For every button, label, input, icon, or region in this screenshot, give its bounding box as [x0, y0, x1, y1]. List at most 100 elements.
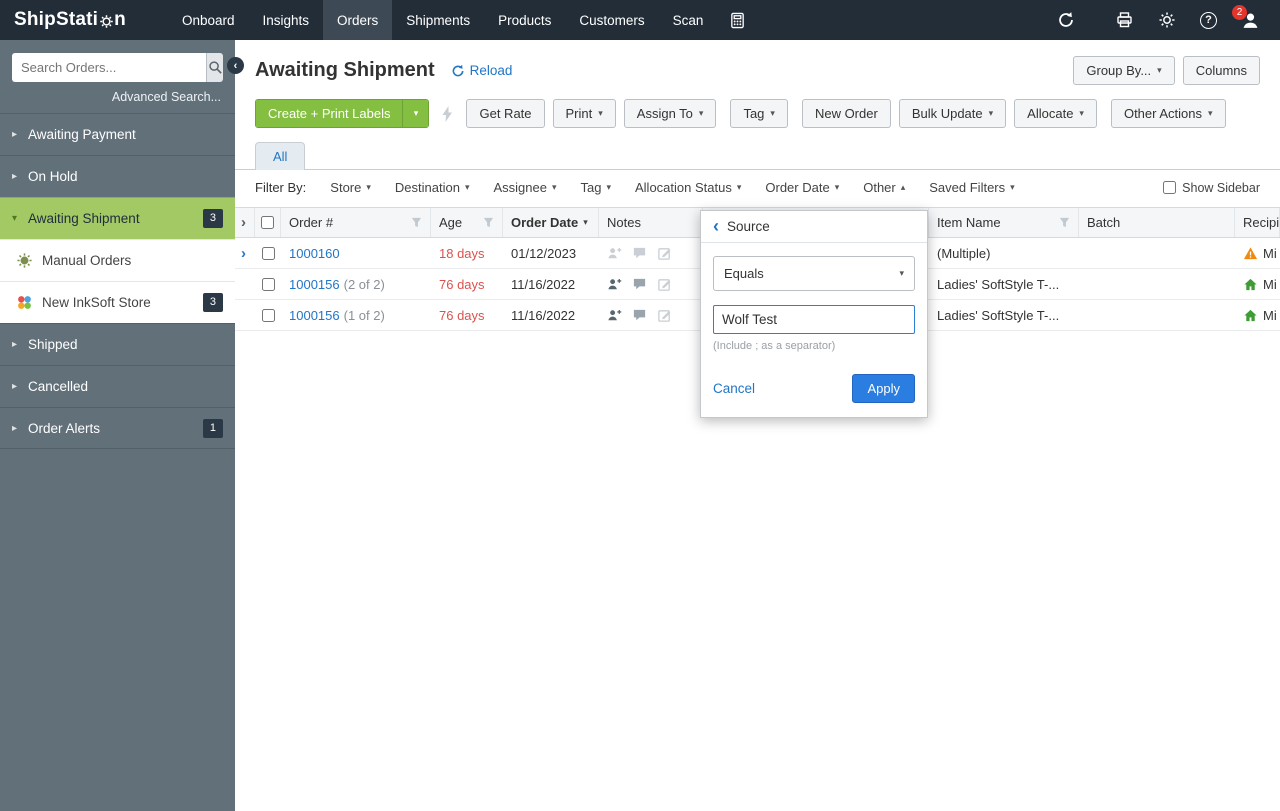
sidebar-item-manual-orders[interactable]: Manual Orders — [0, 239, 235, 281]
sidebar-item-order-alerts[interactable]: ▸ Order Alerts 1 — [0, 407, 235, 449]
cancel-link[interactable]: Cancel — [713, 381, 755, 396]
nav-insights[interactable]: Insights — [249, 0, 324, 40]
customer-note-icon[interactable] — [607, 277, 622, 292]
source-value-input[interactable] — [713, 305, 915, 334]
recipient: Mi — [1235, 300, 1280, 330]
nav-onboard[interactable]: Onboard — [168, 0, 249, 40]
column-header-order-date[interactable]: Order Date ▾ — [503, 208, 599, 237]
order-age: 18 days — [431, 238, 503, 268]
sidebar-collapse-handle[interactable]: ‹ — [227, 57, 244, 74]
order-number-link[interactable]: 1000156 — [289, 277, 340, 292]
apply-button[interactable]: Apply — [852, 374, 915, 403]
assign-to-button[interactable]: Assign To▾ — [624, 99, 717, 128]
filter-funnel-icon[interactable] — [1059, 217, 1070, 228]
notification-badge[interactable]: 2 — [1232, 5, 1247, 20]
filter-saved-filters[interactable]: Saved Filters▾ — [929, 180, 1014, 195]
row-expander-icon[interactable]: › — [241, 246, 246, 261]
get-rate-button[interactable]: Get Rate — [466, 99, 544, 128]
order-number-link[interactable]: 1000156 — [289, 308, 340, 323]
column-header-order[interactable]: Order # — [281, 208, 431, 237]
edit-note-icon[interactable] — [657, 246, 672, 261]
advanced-search-link[interactable]: Advanced Search... — [0, 88, 235, 113]
nav-products[interactable]: Products — [484, 0, 565, 40]
shipstation-logo[interactable]: ShipStati n — [0, 9, 140, 31]
reload-link[interactable]: Reload — [451, 63, 513, 78]
select-all-checkbox[interactable] — [261, 216, 274, 229]
tag-button[interactable]: Tag▾ — [730, 99, 788, 128]
sidebar-item-label: Shipped — [28, 337, 78, 352]
customer-note-icon[interactable] — [607, 246, 622, 261]
rate-calculator-icon[interactable] — [717, 0, 758, 40]
chevron-down-icon: ▾ — [899, 268, 904, 279]
nav-customers[interactable]: Customers — [565, 0, 658, 40]
order-number-link[interactable]: 1000160 — [289, 246, 340, 261]
sidebar-search-row — [0, 40, 235, 88]
header-buttons: Group By...▾ Columns — [1073, 56, 1260, 85]
search-button[interactable] — [206, 53, 223, 82]
column-header-batch[interactable]: Batch — [1079, 208, 1235, 237]
filter-order-date[interactable]: Order Date▾ — [765, 180, 839, 195]
edit-note-icon[interactable] — [657, 277, 672, 292]
show-sidebar-checkbox[interactable] — [1163, 181, 1176, 194]
nav-orders[interactable]: Orders — [323, 0, 392, 40]
user-avatar[interactable]: 2 — [1241, 11, 1260, 30]
sidebar-item-new-inksoft-store[interactable]: New InkSoft Store 3 — [0, 281, 235, 323]
note-bubble-icon[interactable] — [632, 246, 647, 261]
chevron-down-icon: ▾ — [737, 182, 742, 193]
help-icon[interactable]: ? — [1200, 12, 1217, 29]
nav-shipments[interactable]: Shipments — [392, 0, 484, 40]
other-actions-button[interactable]: Other Actions▾ — [1111, 99, 1226, 128]
sidebar-item-awaiting-payment[interactable]: ▸ Awaiting Payment — [0, 113, 235, 155]
search-orders-input[interactable] — [12, 53, 206, 82]
chevron-down-icon: ▾ — [465, 182, 470, 193]
row-checkbox[interactable] — [262, 247, 275, 260]
create-print-labels-button[interactable]: Create + Print Labels ▾ — [255, 99, 429, 128]
column-header-item-name[interactable]: Item Name — [929, 208, 1079, 237]
sidebar-item-label: Manual Orders — [42, 253, 131, 268]
row-checkbox[interactable] — [262, 309, 275, 322]
sidebar-item-label: New InkSoft Store — [42, 295, 151, 310]
filter-allocation-status[interactable]: Allocation Status▾ — [635, 180, 741, 195]
filter-funnel-icon[interactable] — [411, 217, 422, 228]
print-button[interactable]: Print▾ — [553, 99, 616, 128]
row-checkbox[interactable] — [262, 278, 275, 291]
customer-note-icon[interactable] — [607, 308, 622, 323]
show-sidebar-toggle: Show Sidebar — [1163, 181, 1260, 195]
tab-all[interactable]: All — [255, 142, 305, 170]
note-bubble-icon[interactable] — [632, 308, 647, 323]
create-print-labels-label[interactable]: Create + Print Labels — [256, 100, 402, 127]
filter-store[interactable]: Store▾ — [330, 180, 371, 195]
sidebar-item-on-hold[interactable]: ▸ On Hold — [0, 155, 235, 197]
order-age: 76 days — [431, 269, 503, 299]
refresh-icon[interactable] — [1057, 11, 1075, 29]
column-header-age[interactable]: Age — [431, 208, 503, 237]
back-chevron-icon[interactable]: ‹ — [713, 217, 719, 235]
group-by-button[interactable]: Group By...▾ — [1073, 56, 1174, 85]
filter-destination[interactable]: Destination▾ — [395, 180, 470, 195]
edit-note-icon[interactable] — [657, 308, 672, 323]
column-header-notes[interactable]: Notes — [599, 208, 703, 237]
print-label: Print — [566, 106, 593, 121]
operator-select[interactable]: Equals ▾ — [713, 256, 915, 291]
orders-toolbar: Create + Print Labels ▾ Get Rate Print▾ … — [235, 85, 1280, 128]
columns-button[interactable]: Columns — [1183, 56, 1260, 85]
printer-icon[interactable] — [1115, 11, 1134, 29]
nav-scan[interactable]: Scan — [659, 0, 718, 40]
filter-funnel-icon[interactable] — [483, 217, 494, 228]
create-print-labels-dropdown[interactable]: ▾ — [402, 100, 428, 127]
note-bubble-icon[interactable] — [632, 277, 647, 292]
column-header-recipient[interactable]: Recipi — [1235, 208, 1280, 237]
instant-rate-bolt-icon — [441, 106, 454, 122]
filter-other[interactable]: Other▴ — [863, 180, 905, 195]
settings-gear-icon[interactable] — [1158, 11, 1176, 29]
sidebar-item-cancelled[interactable]: ▸ Cancelled — [0, 365, 235, 407]
column-label: Batch — [1087, 215, 1120, 230]
new-order-button[interactable]: New Order — [802, 99, 891, 128]
bulk-update-button[interactable]: Bulk Update▾ — [899, 99, 1006, 128]
filter-assignee[interactable]: Assignee▾ — [493, 180, 556, 195]
sidebar-item-shipped[interactable]: ▸ Shipped — [0, 323, 235, 365]
filter-tag[interactable]: Tag▾ — [581, 180, 612, 195]
sidebar-item-awaiting-shipment[interactable]: ▾ Awaiting Shipment 3 — [0, 197, 235, 239]
allocate-button[interactable]: Allocate▾ — [1014, 99, 1097, 128]
expand-all-icon[interactable]: › — [241, 215, 246, 230]
